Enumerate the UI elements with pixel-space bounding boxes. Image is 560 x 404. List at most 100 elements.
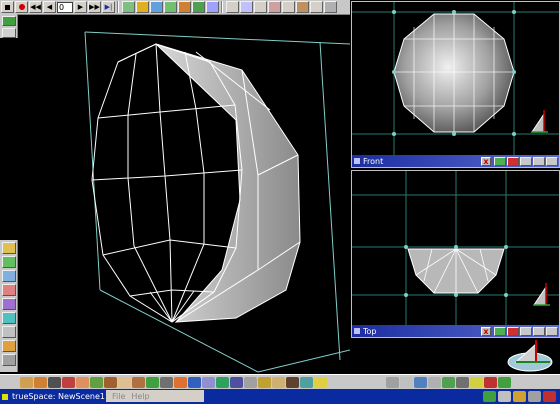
library-item[interactable] bbox=[132, 376, 145, 388]
status-icon bbox=[483, 391, 496, 402]
end-icon: ▶| bbox=[104, 2, 113, 11]
viewport-button[interactable] bbox=[533, 326, 545, 336]
library-item[interactable] bbox=[34, 376, 47, 388]
library-item[interactable] bbox=[20, 376, 33, 388]
view-tool-button[interactable] bbox=[442, 376, 455, 388]
play-icon: ▶ bbox=[77, 2, 84, 11]
left-tool-button[interactable] bbox=[1, 16, 16, 26]
tool-button-3[interactable] bbox=[150, 1, 163, 13]
library-item[interactable] bbox=[202, 376, 215, 388]
tool-button-6[interactable] bbox=[192, 1, 205, 13]
tool-button-15[interactable] bbox=[324, 1, 337, 13]
library-item[interactable] bbox=[314, 376, 327, 388]
tool-button-5[interactable] bbox=[178, 1, 191, 13]
top-viewport[interactable]: Top x bbox=[351, 170, 560, 338]
close-icon[interactable]: x bbox=[481, 326, 491, 336]
viewport-menu-icon[interactable] bbox=[354, 158, 360, 164]
tool-button-11[interactable] bbox=[268, 1, 281, 13]
forward-button[interactable]: ▶▶ bbox=[88, 1, 101, 13]
play-back-icon: ◀ bbox=[46, 2, 53, 11]
view-tool-button[interactable] bbox=[470, 376, 483, 388]
tool-button-9[interactable] bbox=[240, 1, 253, 13]
library-item[interactable] bbox=[146, 376, 159, 388]
tool-button-10[interactable] bbox=[254, 1, 267, 13]
view-tool-button[interactable] bbox=[498, 376, 511, 388]
menu-help[interactable]: Help bbox=[131, 392, 149, 401]
viewport-button[interactable] bbox=[507, 326, 519, 336]
library-item[interactable] bbox=[48, 376, 61, 388]
library-item[interactable] bbox=[300, 376, 313, 388]
frame-field[interactable]: 0 bbox=[57, 1, 73, 13]
left-tool-button[interactable] bbox=[1, 242, 16, 254]
play-back-button[interactable]: ◀ bbox=[43, 1, 56, 13]
front-view-render bbox=[352, 2, 559, 155]
library-item[interactable] bbox=[230, 376, 243, 388]
view-tool-button[interactable] bbox=[456, 376, 469, 388]
menu-file[interactable]: File bbox=[112, 392, 125, 401]
view-tool-button[interactable] bbox=[386, 376, 399, 388]
tool-button-4[interactable] bbox=[164, 1, 177, 13]
left-tool-button[interactable] bbox=[1, 270, 16, 282]
left-tool-button[interactable] bbox=[1, 28, 16, 38]
rewind-button[interactable]: ◀◀ bbox=[29, 1, 42, 13]
library-item[interactable] bbox=[258, 376, 271, 388]
library-item[interactable] bbox=[90, 376, 103, 388]
tool-button-12[interactable] bbox=[282, 1, 295, 13]
library-item[interactable] bbox=[118, 376, 131, 388]
viewport-button[interactable] bbox=[494, 156, 506, 166]
viewport-button[interactable] bbox=[533, 156, 545, 166]
stop-button[interactable] bbox=[1, 1, 14, 13]
forward-icon: ▶▶ bbox=[89, 2, 100, 11]
tool-button-1[interactable] bbox=[122, 1, 135, 13]
library-item[interactable] bbox=[216, 376, 229, 388]
library-item[interactable] bbox=[76, 376, 89, 388]
left-tool-button[interactable] bbox=[1, 354, 16, 366]
view-tool-button[interactable] bbox=[428, 376, 441, 388]
viewport-menu-icon[interactable] bbox=[354, 328, 360, 334]
status-icon bbox=[513, 391, 526, 402]
viewport-button[interactable] bbox=[520, 156, 532, 166]
play-button[interactable]: ▶ bbox=[74, 1, 87, 13]
viewport-button[interactable] bbox=[546, 326, 558, 336]
library-item[interactable] bbox=[272, 376, 285, 388]
left-tool-button[interactable] bbox=[1, 340, 16, 352]
view-tool-button[interactable] bbox=[400, 376, 413, 388]
left-tool-button[interactable] bbox=[1, 256, 16, 268]
left-tool-button[interactable] bbox=[1, 298, 16, 310]
record-button[interactable] bbox=[15, 1, 28, 13]
animation-toolbar: ◀◀ ◀ 0 ▶ ▶▶ ▶| bbox=[0, 0, 350, 15]
end-button[interactable]: ▶| bbox=[102, 1, 115, 13]
left-tool-button[interactable] bbox=[1, 284, 16, 296]
library-item[interactable] bbox=[286, 376, 299, 388]
library-item[interactable] bbox=[174, 376, 187, 388]
tool-button-2[interactable] bbox=[136, 1, 149, 13]
object-side-face bbox=[155, 43, 301, 323]
viewport-button[interactable] bbox=[494, 326, 506, 336]
status-icon bbox=[498, 391, 511, 402]
viewport-button[interactable] bbox=[546, 156, 558, 166]
view-tool-button[interactable] bbox=[484, 376, 497, 388]
library-item[interactable] bbox=[104, 376, 117, 388]
view-tool-button[interactable] bbox=[414, 376, 427, 388]
left-tool-panel-bottom bbox=[0, 240, 18, 372]
library-item[interactable] bbox=[62, 376, 75, 388]
close-icon[interactable]: x bbox=[481, 156, 491, 166]
library-item[interactable] bbox=[188, 376, 201, 388]
tool-button-13[interactable] bbox=[296, 1, 309, 13]
tool-button-8[interactable] bbox=[226, 1, 239, 13]
tool-button-7[interactable] bbox=[206, 1, 219, 13]
library-item[interactable] bbox=[160, 376, 173, 388]
library-item[interactable] bbox=[244, 376, 257, 388]
record-icon bbox=[18, 4, 25, 10]
app-title: trueSpace: NewScene1 bbox=[12, 392, 105, 401]
tool-button-14[interactable] bbox=[310, 1, 323, 13]
front-viewport[interactable]: Front x bbox=[351, 1, 560, 168]
top-view-render bbox=[352, 171, 559, 325]
left-tool-button[interactable] bbox=[1, 326, 16, 338]
status-icon bbox=[543, 391, 556, 402]
viewport-button[interactable] bbox=[507, 156, 519, 166]
main-3d-viewport[interactable] bbox=[18, 15, 350, 373]
navigation-gizmo-icon[interactable] bbox=[500, 338, 560, 374]
left-tool-button[interactable] bbox=[1, 312, 16, 324]
viewport-button[interactable] bbox=[520, 326, 532, 336]
